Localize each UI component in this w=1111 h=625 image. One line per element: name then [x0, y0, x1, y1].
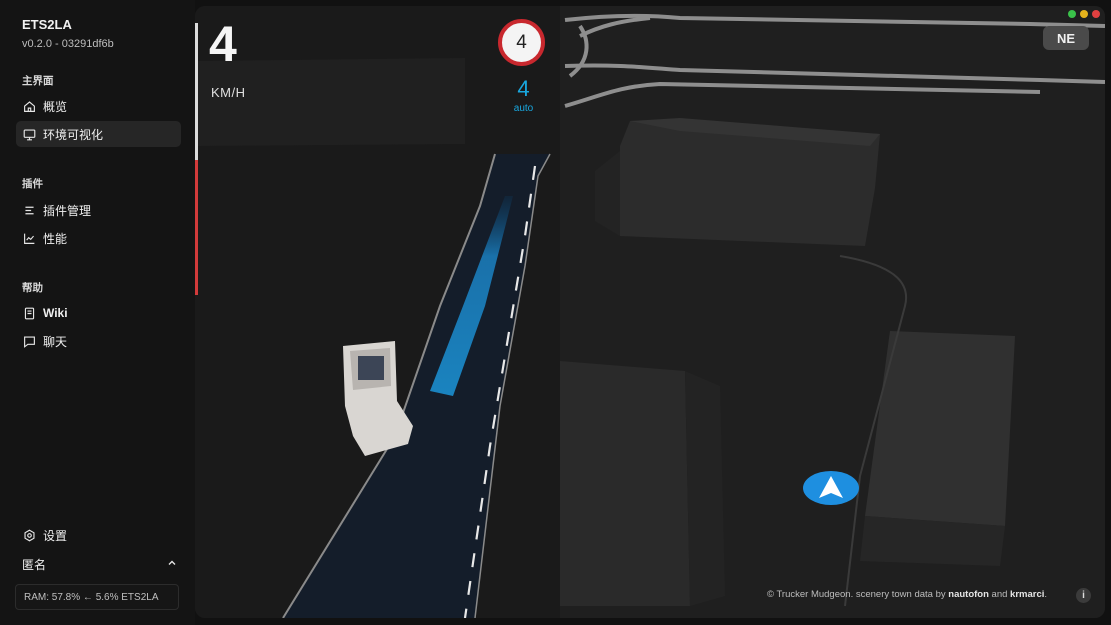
- map-scene: [560, 13, 1105, 607]
- sidebar-item-settings[interactable]: 设置: [16, 522, 181, 548]
- speed-limit-value: 4: [516, 31, 527, 53]
- sidebar-item-label: Wiki: [43, 306, 68, 320]
- section-label-plugins: 插件: [22, 178, 43, 190]
- compass-direction: NE: [1056, 30, 1076, 46]
- speed-limit-sign: 4: [498, 19, 545, 66]
- vehicle-position-marker: [803, 471, 859, 505]
- speed-bar: [195, 23, 198, 160]
- ram-status: RAM: 57.8% ← 5.6% ETS2LA: [15, 584, 179, 610]
- brand: ETS2LA v0.2.0 - 03291df6b: [22, 17, 114, 50]
- home-icon: [22, 99, 36, 113]
- set-speed-mode: auto: [513, 103, 534, 114]
- speed-unit: KM/H: [211, 85, 246, 100]
- road-view: 4 KM/H 4 4 auto: [195, 6, 560, 618]
- chart-icon: [22, 231, 36, 245]
- map-attribution: © Trucker Mudgeon. scenery town data by …: [767, 589, 1047, 600]
- app-name: ETS2LA: [22, 17, 72, 32]
- section-label-main: 主界面: [22, 75, 54, 87]
- speed-value: 4: [209, 16, 237, 72]
- chat-icon: [22, 334, 36, 348]
- sidebar-item-label: 设置: [43, 528, 68, 543]
- status-dot-green: [1068, 10, 1076, 18]
- sidebar-item-label: 性能: [43, 231, 68, 246]
- sidebar-item-wiki[interactable]: Wiki: [16, 300, 181, 326]
- attribution-suffix: .: [1044, 589, 1048, 600]
- status-dot-yellow: [1080, 10, 1088, 18]
- monitor-icon: [22, 127, 36, 141]
- sliders-icon: [22, 203, 36, 217]
- set-speed-value: 4: [517, 76, 530, 101]
- speed-bar-limit: [195, 160, 198, 295]
- attribution-middle: and: [988, 589, 1011, 600]
- map-view[interactable]: NE: [560, 6, 1105, 618]
- status-dot-red: [1092, 10, 1100, 18]
- attribution-prefix: © Trucker Mudgeon. scenery town data by: [767, 589, 949, 600]
- sidebar-item-overview[interactable]: 概览: [16, 93, 181, 119]
- section-label-help: 帮助: [22, 282, 43, 294]
- info-icon[interactable]: i: [1076, 588, 1091, 603]
- attribution-author-2[interactable]: krmarci: [1010, 589, 1044, 600]
- app-window: ETS2LA v0.2.0 - 03291df6b 主界面 概览 环境可视化 插…: [0, 0, 1111, 625]
- sidebar: ETS2LA v0.2.0 - 03291df6b 主界面 概览 环境可视化 插…: [0, 0, 195, 625]
- chevron-up-icon: [167, 557, 177, 571]
- app-version: v0.2.0 - 03291df6b: [22, 38, 114, 50]
- ram-status-text: RAM: 57.8% ← 5.6% ETS2LA: [24, 591, 159, 603]
- gear-icon: [22, 528, 36, 542]
- sidebar-item-performance[interactable]: 性能: [16, 225, 181, 251]
- visualization-panel[interactable]: 4 KM/H 4 4 auto NE © Trucker Mudgeon. sc…: [195, 6, 1105, 618]
- sidebar-item-chat[interactable]: 聊天: [16, 328, 181, 354]
- compass-badge: NE: [1043, 26, 1089, 50]
- user-name: 匿名: [22, 557, 47, 572]
- book-icon: [22, 306, 36, 320]
- sidebar-item-label: 聊天: [43, 334, 68, 349]
- sidebar-item-label: 插件管理: [43, 203, 92, 218]
- sidebar-item-visualization[interactable]: 环境可视化: [16, 121, 181, 147]
- truck-model: [343, 341, 413, 456]
- attribution-author-1[interactable]: nautofon: [948, 589, 989, 600]
- sidebar-item-plugin-manager[interactable]: 插件管理: [16, 197, 181, 223]
- user-menu[interactable]: 匿名: [22, 555, 177, 573]
- sidebar-item-label: 环境可视化: [43, 127, 104, 142]
- sidebar-item-label: 概览: [43, 99, 68, 114]
